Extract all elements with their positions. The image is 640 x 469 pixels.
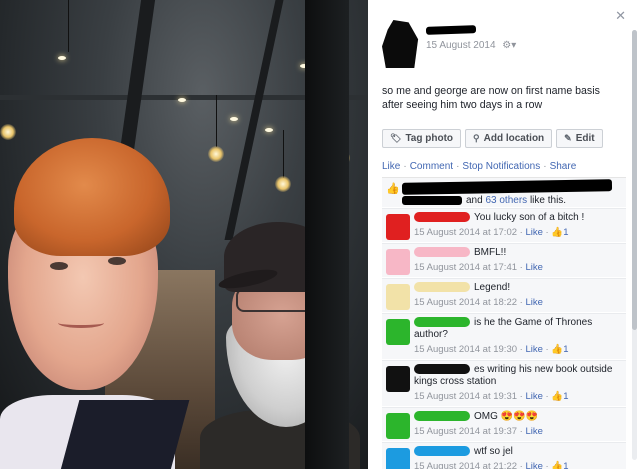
ceiling-light: [230, 117, 238, 121]
liker-names-redacted[interactable]: [401, 179, 613, 195]
location-pin-icon: ⚲: [473, 133, 480, 143]
others-link[interactable]: 63 others: [485, 195, 527, 206]
edit-button[interactable]: ✎ Edit: [556, 129, 603, 148]
tag-icon: 🏷: [390, 133, 402, 143]
window-post: [305, 0, 349, 469]
commenter-avatar[interactable]: [386, 366, 410, 392]
post-panel: ✕ 15 August 2014 ⚙▾ so me and george are…: [368, 0, 640, 469]
hanging-bulb: [0, 124, 16, 140]
comment-text: You lucky son of a bitch !: [474, 212, 585, 223]
ceiling-light: [178, 98, 186, 102]
likes-text: and 63 others like this.: [466, 195, 567, 206]
comment-meta: 15 August 2014 at 17:41 · Like: [414, 262, 543, 273]
comment-meta: 15 August 2014 at 19:31 · Like · 👍1: [414, 391, 569, 402]
eye: [108, 257, 126, 265]
comment-meta: 15 August 2014 at 21:22 · Like · 👍1: [414, 461, 569, 469]
tag-photo-button[interactable]: 🏷 Tag photo: [382, 129, 462, 148]
comment-timestamp[interactable]: 15 August 2014 at 19:31: [414, 391, 517, 402]
comment-text: OMG 😍😍😍: [474, 411, 539, 422]
comment-like-link[interactable]: Like: [525, 297, 542, 308]
comment-text: es writing his new book outside kings cr…: [414, 364, 613, 387]
comment-meta: 15 August 2014 at 19:37 · Like: [414, 426, 543, 437]
stop-notifications-link[interactable]: Stop Notifications: [462, 161, 540, 172]
commenter-avatar[interactable]: [386, 214, 410, 240]
comment-like-link[interactable]: Like: [525, 227, 542, 238]
comment-item: OMG 😍😍😍 15 August 2014 at 19:37 · Like: [382, 407, 626, 441]
comment-item: is he the Game of Thrones author? 15 Augu…: [382, 313, 626, 359]
thumbs-up-icon: 👍: [551, 344, 564, 355]
comment-timestamp[interactable]: 15 August 2014 at 17:41: [414, 262, 517, 273]
share-link[interactable]: Share: [550, 161, 577, 172]
commenter-avatar[interactable]: [386, 284, 410, 310]
photo-actions: 🏷 Tag photo ⚲ Add location ✎ Edit: [382, 129, 603, 148]
add-location-button[interactable]: ⚲ Add location: [465, 129, 553, 148]
comment-like-count[interactable]: 1: [563, 344, 568, 355]
selfie-photo[interactable]: [0, 0, 368, 469]
commenter-avatar[interactable]: [386, 319, 410, 345]
comment-like-link[interactable]: Like: [525, 262, 542, 273]
comment-timestamp[interactable]: 15 August 2014 at 21:22: [414, 461, 517, 469]
ceiling-light: [265, 128, 273, 132]
post-date[interactable]: 15 August 2014: [426, 40, 496, 51]
comment-item: wtf so jel 15 August 2014 at 21:22 · Like…: [382, 442, 626, 469]
person-jacket: [60, 400, 190, 469]
comment-item: You lucky son of a bitch ! 15 August 2014…: [382, 208, 626, 242]
author-name-redacted[interactable]: [425, 25, 477, 35]
commenter-avatar[interactable]: [386, 413, 410, 439]
thumbs-up-icon: 👍: [551, 227, 564, 238]
thumbs-up-icon: 👍: [551, 391, 564, 402]
person-hair: [14, 138, 170, 256]
comment-text: wtf so jel: [474, 446, 513, 457]
comment-item: es writing his new book outside kings cr…: [382, 360, 626, 406]
comment-like-link[interactable]: Like: [525, 461, 542, 469]
pencil-icon: ✎: [564, 133, 572, 143]
post-text: so me and george are now on first name b…: [382, 85, 600, 111]
hanging-bulb: [208, 146, 224, 162]
post-meta: 15 August 2014 ⚙▾: [426, 40, 516, 51]
likes-summary: 👍 and 63 others like this.: [382, 177, 626, 207]
comment-item: Legend! 15 August 2014 at 18:22 · Like: [382, 278, 626, 312]
comment-like-link[interactable]: Like: [525, 391, 542, 402]
comment-meta: 15 August 2014 at 17:02 · Like · 👍1: [414, 227, 569, 238]
comment-timestamp[interactable]: 15 August 2014 at 19:37: [414, 426, 517, 437]
comment-like-link[interactable]: Like: [525, 344, 542, 355]
like-link[interactable]: Like: [382, 161, 400, 172]
comment-like-link[interactable]: Like: [525, 426, 542, 437]
comment-meta: 15 August 2014 at 19:30 · Like · 👍1: [414, 344, 569, 355]
eye: [50, 262, 68, 270]
thumbs-up-icon: 👍: [551, 461, 564, 469]
comment-text: BMFL!!: [474, 247, 507, 258]
thumbs-up-icon: 👍: [386, 183, 400, 195]
post-links: Like · Comment · Stop Notifications · Share: [382, 161, 577, 172]
comment-meta: 15 August 2014 at 18:22 · Like: [414, 297, 543, 308]
comment-text: Legend!: [474, 282, 511, 293]
close-icon[interactable]: ✕: [615, 8, 626, 24]
comment-timestamp[interactable]: 15 August 2014 at 17:02: [414, 227, 517, 238]
comment-text: is he the Game of Thrones author?: [414, 317, 593, 340]
comment-like-count[interactable]: 1: [563, 227, 568, 238]
author-avatar[interactable]: [382, 20, 419, 68]
scrollbar[interactable]: [632, 30, 637, 460]
scrollbar-thumb[interactable]: [632, 30, 637, 330]
commenter-avatar[interactable]: [386, 448, 410, 469]
comment-item: BMFL!! 15 August 2014 at 17:41 · Like: [382, 243, 626, 277]
commenter-avatar[interactable]: [386, 249, 410, 275]
comment-timestamp[interactable]: 15 August 2014 at 19:30: [414, 344, 517, 355]
liker-names-redacted[interactable]: [402, 196, 462, 205]
hanging-bulb: [275, 176, 291, 192]
gear-icon[interactable]: ⚙▾: [502, 40, 516, 51]
comment-timestamp[interactable]: 15 August 2014 at 18:22: [414, 297, 517, 308]
comment-like-count[interactable]: 1: [563, 461, 568, 469]
comment-link[interactable]: Comment: [410, 161, 453, 172]
comment-like-count[interactable]: 1: [563, 391, 568, 402]
ceiling-light: [58, 56, 66, 60]
mouth: [58, 318, 104, 328]
